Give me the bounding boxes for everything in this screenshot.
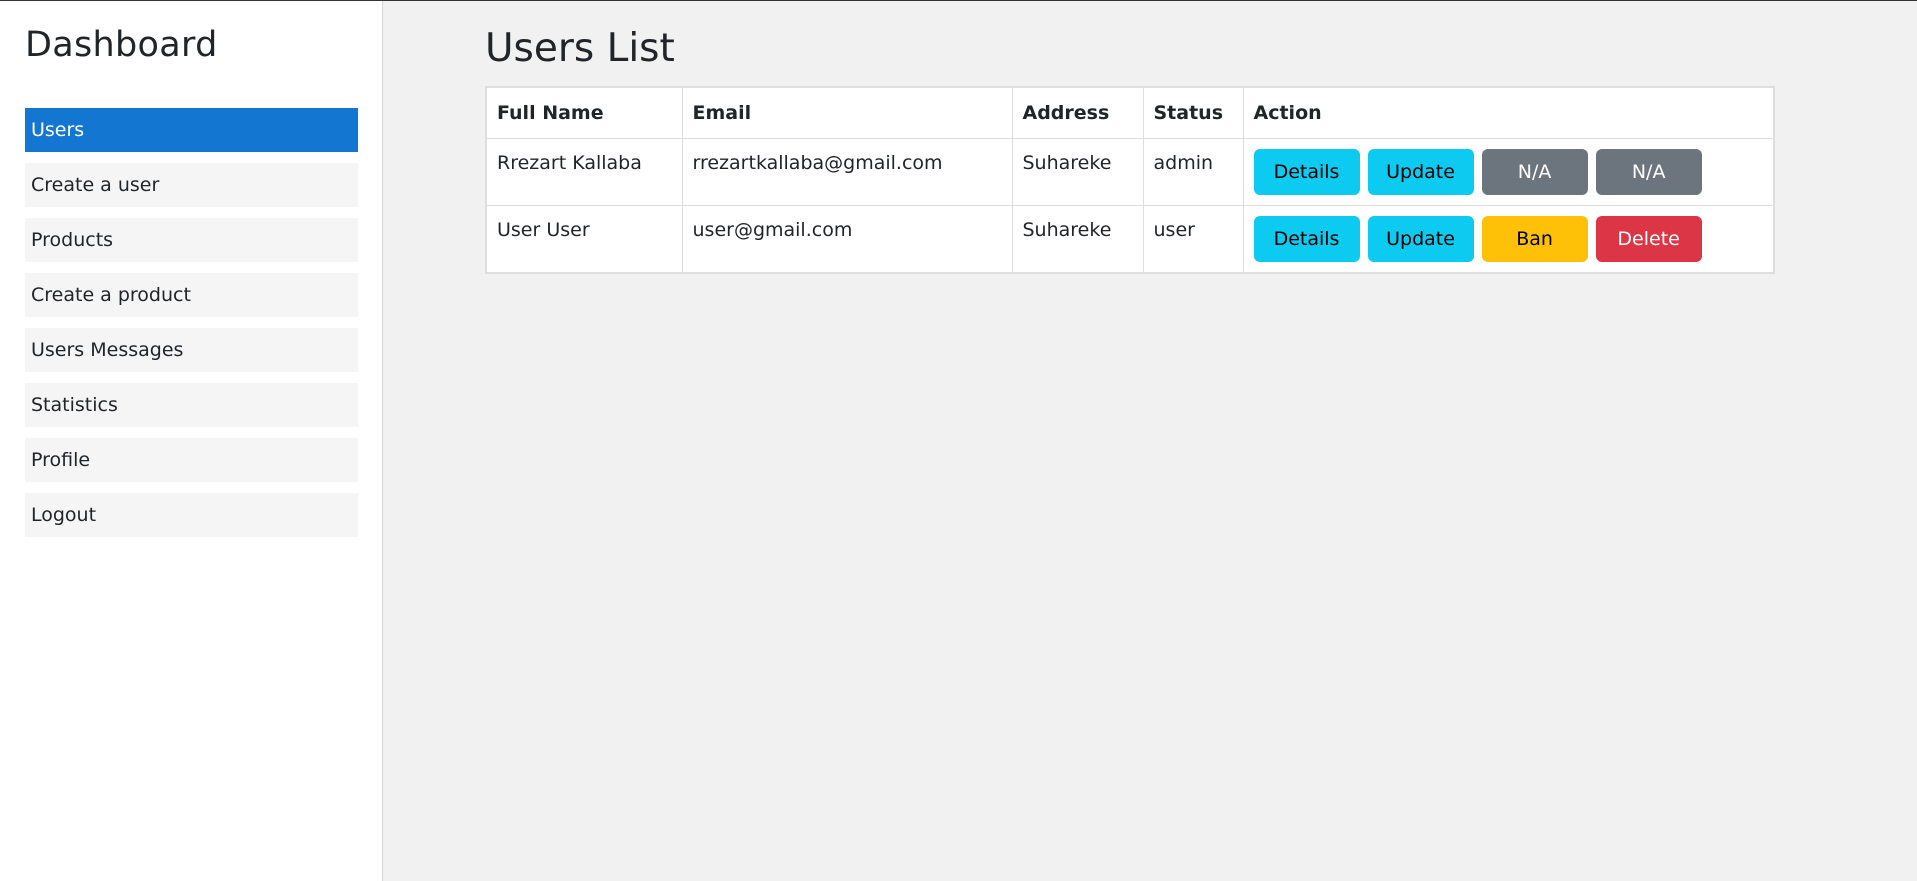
sidebar-item-users[interactable]: Users: [25, 108, 358, 152]
table-header-row: Full Name Email Address Status Action: [485, 86, 1775, 139]
cell-address: Suhareke: [1011, 138, 1144, 206]
column-header-action: Action: [1242, 86, 1775, 139]
column-header-full-name: Full Name: [485, 86, 683, 139]
sidebar-item-create-product[interactable]: Create a product: [25, 273, 358, 317]
details-button[interactable]: Details: [1253, 216, 1360, 262]
cell-actions: Details Update N/A N/A: [1242, 138, 1775, 206]
users-table: Full Name Email Address Status Action Rr…: [485, 86, 1775, 274]
column-header-status: Status: [1142, 86, 1244, 139]
delete-button[interactable]: Delete: [1595, 216, 1702, 262]
na-button[interactable]: N/A: [1595, 149, 1702, 195]
update-button[interactable]: Update: [1367, 149, 1474, 195]
table-row: Rrezart Kallaba rrezartkallaba@gmail.com…: [485, 138, 1775, 206]
page-title: Users List: [485, 26, 675, 71]
update-button[interactable]: Update: [1367, 216, 1474, 262]
cell-full-name: User User: [485, 205, 683, 273]
sidebar-item-users-messages[interactable]: Users Messages: [25, 328, 358, 372]
details-button[interactable]: Details: [1253, 149, 1360, 195]
cell-full-name: Rrezart Kallaba: [485, 138, 683, 206]
column-header-email: Email: [681, 86, 1013, 139]
sidebar-item-logout[interactable]: Logout: [25, 493, 358, 537]
na-button[interactable]: N/A: [1481, 149, 1588, 195]
sidebar: Dashboard Users Create a user Products C…: [0, 1, 383, 881]
cell-email: rrezartkallaba@gmail.com: [681, 138, 1013, 206]
sidebar-item-products[interactable]: Products: [25, 218, 358, 262]
sidebar-item-statistics[interactable]: Statistics: [25, 383, 358, 427]
cell-address: Suhareke: [1011, 205, 1144, 273]
dashboard-title: Dashboard: [25, 25, 218, 65]
sidebar-item-profile[interactable]: Profile: [25, 438, 358, 482]
cell-status: user: [1142, 205, 1244, 273]
column-header-address: Address: [1011, 86, 1144, 139]
cell-actions: Details Update Ban Delete: [1242, 205, 1775, 273]
cell-email: user@gmail.com: [681, 205, 1013, 273]
ban-button[interactable]: Ban: [1481, 216, 1588, 262]
cell-status: admin: [1142, 138, 1244, 206]
table-row: User User user@gmail.com Suhareke user D…: [485, 205, 1775, 273]
sidebar-nav: Users Create a user Products Create a pr…: [25, 108, 358, 548]
sidebar-item-create-user[interactable]: Create a user: [25, 163, 358, 207]
